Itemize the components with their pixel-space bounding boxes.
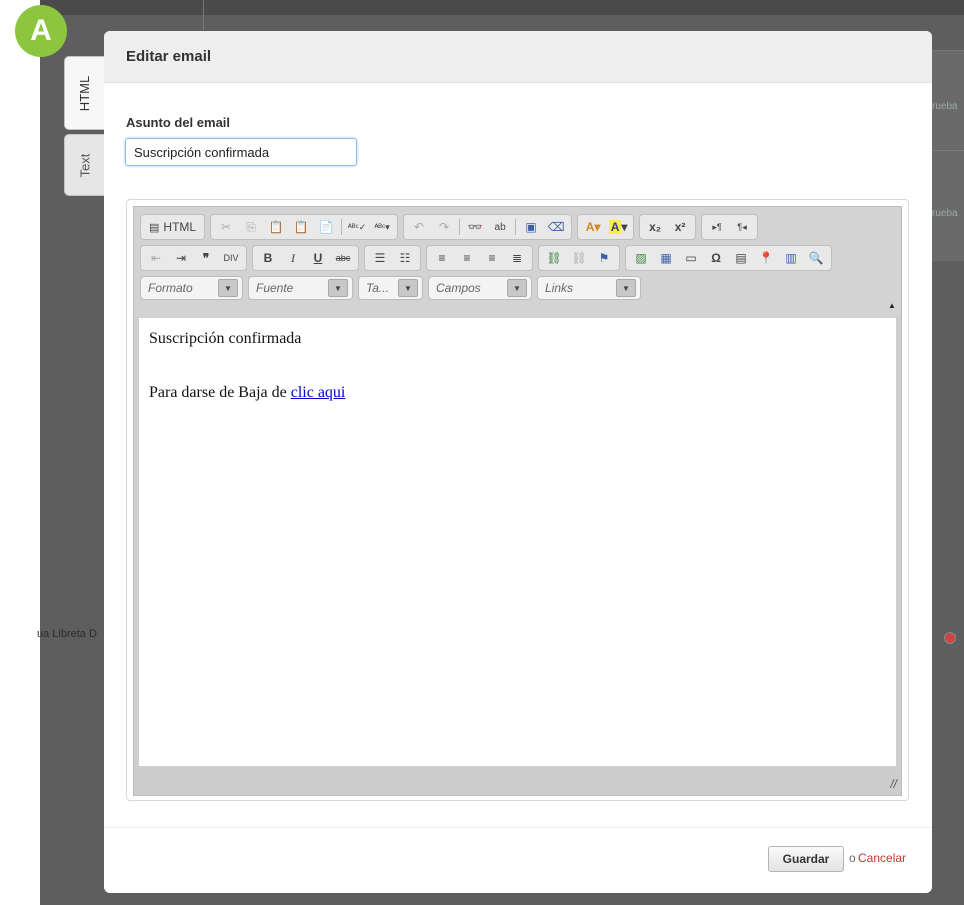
- tab-text-label: Text: [77, 153, 93, 177]
- background-left-text: ua Libreta D: [37, 628, 97, 640]
- chevron-down-icon: ▼: [398, 279, 418, 297]
- unsubscribe-link[interactable]: clic aqui: [291, 384, 346, 401]
- chevron-down-icon: ▼: [507, 279, 527, 297]
- remove-format-icon[interactable]: ⌫: [544, 217, 568, 237]
- source-button[interactable]: ▤ HTML: [144, 217, 201, 237]
- modal-header: Editar email: [104, 31, 932, 83]
- table-icon[interactable]: ▦: [654, 248, 678, 268]
- cut-icon[interactable]: ✂: [214, 217, 238, 237]
- format-combo-label: Formato: [148, 281, 193, 295]
- size-combo-label: Ta...: [366, 281, 389, 295]
- bg-color-icon[interactable]: A ▾: [606, 217, 630, 237]
- subject-label: Asunto del email: [126, 115, 231, 130]
- or-text: o: [849, 851, 856, 865]
- template-icon[interactable]: ▥: [779, 248, 803, 268]
- indent-icon[interactable]: ⇥: [169, 248, 193, 268]
- image-icon[interactable]: ▨: [629, 248, 653, 268]
- scayt-icon[interactable]: ᴬᴮᶜ▾: [370, 217, 394, 237]
- tab-html[interactable]: HTML: [64, 56, 105, 130]
- format-combo[interactable]: Formato ▼: [140, 276, 243, 300]
- editor-statusbar: //: [134, 767, 901, 795]
- chevron-down-icon: ▼: [328, 279, 348, 297]
- edit-email-modal: Editar email Asunto del email ▤ HTML ✂ ⎘: [104, 31, 932, 893]
- background-row-text: rueba: [932, 208, 958, 219]
- content-heading: Suscripción confirmada: [149, 330, 302, 347]
- paste-text-icon[interactable]: 📋: [289, 217, 313, 237]
- blockquote-icon[interactable]: ❞: [194, 248, 218, 268]
- bold-icon[interactable]: B: [256, 248, 280, 268]
- bidi-rtl-icon[interactable]: ¶◂: [730, 217, 754, 237]
- map-pin-icon[interactable]: 📍: [754, 248, 778, 268]
- paste-icon[interactable]: 📋: [264, 217, 288, 237]
- paste-word-icon[interactable]: 📄: [314, 217, 338, 237]
- content-spacer: [149, 348, 886, 384]
- font-combo-label: Fuente: [256, 281, 294, 295]
- link-icon[interactable]: ⛓: [542, 248, 566, 268]
- background-row-text: rueba: [932, 101, 958, 112]
- toolbar-separator: [459, 219, 461, 235]
- resize-handle-icon[interactable]: //: [890, 777, 897, 791]
- preview-icon[interactable]: 🔍: [804, 248, 828, 268]
- spellcheck-icon[interactable]: ᴬᴮᶜ✓: [345, 217, 369, 237]
- background-row-divider: [932, 150, 964, 151]
- subject-input[interactable]: [125, 138, 357, 166]
- strike-icon[interactable]: abc: [331, 248, 355, 268]
- cancel-link[interactable]: Cancelar: [858, 851, 906, 865]
- us-flag-icon: [944, 632, 956, 644]
- anchor-icon[interactable]: ⚑: [592, 248, 616, 268]
- tab-html-label: HTML: [77, 75, 93, 111]
- subscript-icon[interactable]: x₂: [643, 217, 667, 237]
- underline-icon[interactable]: U: [306, 248, 330, 268]
- outdent-icon[interactable]: ⇤: [144, 248, 168, 268]
- background-topbar: [40, 0, 964, 15]
- italic-icon[interactable]: I: [281, 248, 305, 268]
- step-badge: A: [15, 5, 67, 57]
- editor-toolbar: ▤ HTML ✂ ⎘ 📋 📋 📄 ᴬᴮᶜ✓ ᴬᴮᶜ▾ ↶ ↷ 👓 ab ▣ ⌫ …: [134, 207, 901, 317]
- editor-container: ▤ HTML ✂ ⎘ 📋 📋 📄 ᴬᴮᶜ✓ ᴬᴮᶜ▾ ↶ ↷ 👓 ab ▣ ⌫ …: [126, 199, 909, 801]
- tab-text[interactable]: Text: [64, 134, 105, 196]
- align-justify-icon[interactable]: ≣: [505, 248, 529, 268]
- source-icon: ▤: [149, 221, 160, 234]
- background-divider: [203, 0, 204, 30]
- creatediv-icon[interactable]: DIV: [219, 248, 243, 268]
- bidi-ltr-icon[interactable]: ▸¶: [705, 217, 729, 237]
- fields-combo[interactable]: Campos ▼: [428, 276, 532, 300]
- superscript-icon[interactable]: x²: [668, 217, 692, 237]
- iframe-icon[interactable]: ▤: [729, 248, 753, 268]
- size-combo[interactable]: Ta... ▼: [358, 276, 423, 300]
- chevron-down-icon: ▼: [616, 279, 636, 297]
- chevron-down-icon: ▼: [218, 279, 238, 297]
- select-all-icon[interactable]: ▣: [519, 217, 543, 237]
- background-right-panel: [932, 50, 964, 261]
- special-char-icon[interactable]: Ω: [704, 248, 728, 268]
- bulleted-list-icon[interactable]: ☷: [393, 248, 417, 268]
- unsubscribe-text: Para darse de Baja de: [149, 384, 291, 401]
- links-combo[interactable]: Links ▼: [537, 276, 641, 300]
- align-center-icon[interactable]: ≡: [455, 248, 479, 268]
- links-combo-label: Links: [545, 281, 574, 295]
- source-button-label: HTML: [163, 220, 197, 234]
- rich-text-editor: ▤ HTML ✂ ⎘ 📋 📋 📄 ᴬᴮᶜ✓ ᴬᴮᶜ▾ ↶ ↷ 👓 ab ▣ ⌫ …: [133, 206, 902, 796]
- toolbar-separator: [341, 219, 343, 235]
- find-icon[interactable]: 👓: [463, 217, 487, 237]
- redo-icon[interactable]: ↷: [432, 217, 456, 237]
- fields-combo-label: Campos: [436, 281, 481, 295]
- copy-icon[interactable]: ⎘: [239, 217, 263, 237]
- toolbar-separator: [515, 219, 517, 235]
- numbered-list-icon[interactable]: ☰: [368, 248, 392, 268]
- replace-icon[interactable]: ab: [488, 217, 512, 237]
- font-combo[interactable]: Fuente ▼: [248, 276, 353, 300]
- text-color-icon[interactable]: A▾: [581, 217, 605, 237]
- content-unsubscribe-paragraph: Para darse de Baja de clic aqui: [149, 384, 886, 402]
- modal-title: Editar email: [126, 48, 212, 65]
- hr-icon[interactable]: ▭: [679, 248, 703, 268]
- editor-content-area[interactable]: Suscripción confirmada Para darse de Baj…: [139, 318, 896, 766]
- align-right-icon[interactable]: ≡: [480, 248, 504, 268]
- undo-icon[interactable]: ↶: [407, 217, 431, 237]
- save-button[interactable]: Guardar: [768, 846, 844, 872]
- align-left-icon[interactable]: ≡: [430, 248, 454, 268]
- unlink-icon[interactable]: ⛓: [567, 248, 591, 268]
- collapse-toolbar-icon[interactable]: ▲: [887, 301, 897, 311]
